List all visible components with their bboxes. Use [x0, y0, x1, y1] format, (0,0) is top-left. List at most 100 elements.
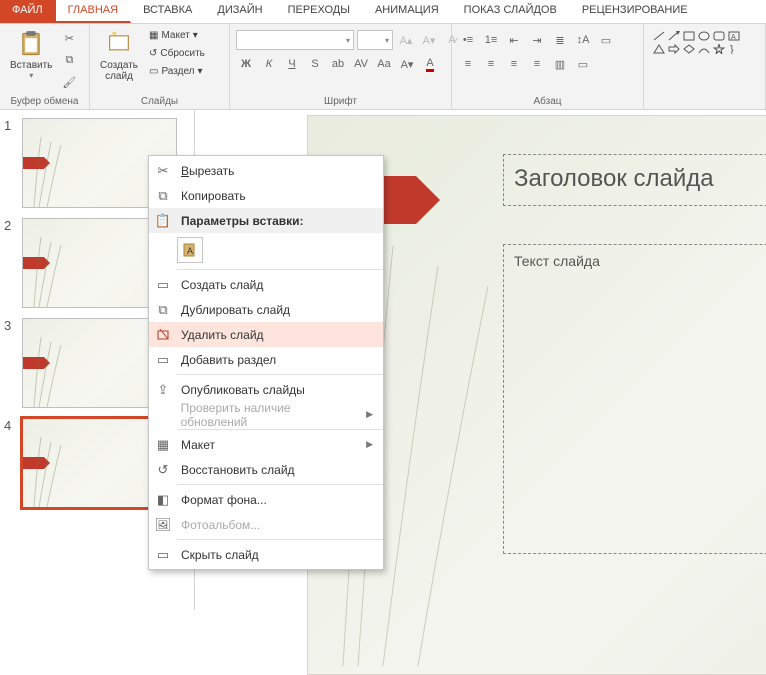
ctx-hide-slide[interactable]: ▭Скрыть слайд [149, 542, 383, 567]
svg-text:A: A [731, 34, 736, 41]
decrease-font-button[interactable]: A▾ [419, 30, 439, 50]
copy-button[interactable]: ⧉ [59, 50, 79, 70]
align-right-button[interactable]: ≡ [504, 54, 524, 74]
shadow-button[interactable]: ab [328, 54, 348, 74]
tab-home[interactable]: ГЛАВНАЯ [56, 0, 131, 23]
ctx-duplicate-slide[interactable]: ⧉Дублировать слайд [149, 297, 383, 322]
clipboard-icon: 📋 [155, 213, 171, 229]
italic-button[interactable]: К [259, 54, 279, 74]
tab-transitions[interactable]: ПЕРЕХОДЫ [276, 0, 363, 23]
ctx-copy[interactable]: ⧉Копировать [149, 183, 383, 208]
slide-body-placeholder[interactable]: Текст слайда [503, 244, 766, 554]
font-color-button[interactable]: A [420, 54, 440, 74]
group-label-font: Шрифт [234, 94, 447, 109]
hide-icon: ▭ [155, 547, 171, 563]
numbering-button[interactable]: 1≡ [481, 30, 501, 50]
ctx-format-background[interactable]: ◧Формат фона... [149, 487, 383, 512]
line-spacing-button[interactable]: ≣ [550, 30, 570, 50]
group-paragraph: •≡ 1≡ ⇤ ⇥ ≣ ↕A ▭ ≡ ≡ ≡ ≡ ▥ ▭ Абзац [452, 24, 644, 109]
ctx-add-section[interactable]: ▭Добавить раздел [149, 347, 383, 372]
paste-keep-text-button[interactable]: A [177, 237, 203, 263]
thumb-num: 4 [4, 418, 16, 508]
group-label-drawing [648, 105, 761, 109]
shapes-gallery[interactable]: A } [650, 28, 756, 57]
columns-button[interactable]: ▥ [550, 54, 570, 74]
tab-insert[interactable]: ВСТАВКА [131, 0, 205, 23]
bullets-button[interactable]: •≡ [458, 30, 478, 50]
section-button[interactable]: ▭ Раздел ▾ [145, 64, 209, 79]
spacing-button[interactable]: AV [351, 54, 371, 74]
align-text-button[interactable]: ▭ [596, 30, 616, 50]
indent-inc-button[interactable]: ⇥ [527, 30, 547, 50]
underline-button[interactable]: Ч [282, 54, 302, 74]
ribbon-tabs: ФАЙЛ ГЛАВНАЯ ВСТАВКА ДИЗАЙН ПЕРЕХОДЫ АНИ… [0, 0, 766, 24]
new-slide-icon: ▭ [155, 277, 171, 293]
shape-diamond[interactable] [682, 43, 696, 55]
shape-arrow[interactable] [667, 30, 681, 42]
increase-font-button[interactable]: A▴ [396, 30, 416, 50]
paste-label: Вставить [10, 60, 52, 71]
group-label-clipboard: Буфер обмена [4, 94, 85, 109]
duplicate-icon: ⧉ [155, 302, 171, 318]
thumb-num: 2 [4, 218, 16, 308]
format-painter-button[interactable]: 🖌 [59, 72, 79, 92]
align-left-button[interactable]: ≡ [458, 54, 478, 74]
indent-dec-button[interactable]: ⇤ [504, 30, 524, 50]
case-button[interactable]: Aa [374, 54, 394, 74]
tab-design[interactable]: ДИЗАЙН [205, 0, 275, 23]
shape-conn[interactable] [697, 43, 711, 55]
highlight-button[interactable]: A▾ [397, 54, 417, 74]
tab-slideshow[interactable]: ПОКАЗ СЛАЙДОВ [452, 0, 570, 23]
font-family-combo[interactable] [236, 30, 354, 50]
publish-icon: ⇪ [155, 382, 171, 398]
new-slide-label: Создать слайд [100, 60, 138, 82]
group-clipboard: Вставить ▾ ✂ ⧉ 🖌 Буфер обмена [0, 24, 90, 109]
reset-button[interactable]: ↺ Сбросить [145, 46, 209, 61]
background-icon: ◧ [155, 492, 171, 508]
group-font: A▴ A▾ A̷ Ж К Ч S ab AV Aa A▾ A Шрифт [230, 24, 452, 109]
tab-animation[interactable]: АНИМАЦИЯ [363, 0, 452, 23]
align-center-button[interactable]: ≡ [481, 54, 501, 74]
shape-arrowr[interactable] [667, 43, 681, 55]
ctx-paste-options: A [149, 233, 383, 267]
shape-triangle[interactable] [652, 43, 666, 55]
ctx-delete-slide[interactable]: Удалить слайд [149, 322, 383, 347]
paste-text-icon: A [182, 242, 198, 258]
shape-oval[interactable] [697, 30, 711, 42]
restore-icon: ↺ [155, 462, 171, 478]
shape-brace[interactable]: } [727, 43, 741, 55]
shape-text[interactable]: A [727, 30, 741, 42]
group-drawing: A } [644, 24, 766, 109]
justify-button[interactable]: ≡ [527, 54, 547, 74]
ctx-layout[interactable]: ▦Макет▶ [149, 432, 383, 457]
thumb-num: 3 [4, 318, 16, 408]
shape-rrect[interactable] [712, 30, 726, 42]
tab-file[interactable]: ФАЙЛ [0, 0, 56, 23]
group-label-slides: Слайды [94, 94, 225, 109]
new-slide-button[interactable]: Создать слайд [96, 28, 142, 84]
ctx-publish-slides[interactable]: ⇪Опубликовать слайды [149, 377, 383, 402]
smartart-button[interactable]: ▭ [573, 54, 593, 74]
shape-rect[interactable] [682, 30, 696, 42]
strike-button[interactable]: S [305, 54, 325, 74]
tab-review[interactable]: РЕЦЕНЗИРОВАНИЕ [570, 0, 701, 23]
bold-button[interactable]: Ж [236, 54, 256, 74]
photoalbum-icon: 🖼 [155, 517, 171, 533]
slide-title-placeholder[interactable]: Заголовок слайда [503, 154, 766, 206]
ctx-restore-slide[interactable]: ↺Восстановить слайд [149, 457, 383, 482]
copy-icon: ⧉ [155, 188, 171, 204]
text-direction-button[interactable]: ↕A [573, 30, 593, 50]
font-size-combo[interactable] [357, 30, 393, 50]
slide-body-text: Текст слайда [514, 253, 766, 269]
shape-star[interactable] [712, 43, 726, 55]
layout-button[interactable]: ▦ Макет ▾ [145, 28, 209, 43]
ctx-check-updates: Проверить наличие обновлений▶ [149, 402, 383, 427]
paste-button[interactable]: Вставить ▾ [6, 28, 56, 82]
svg-text:A: A [187, 246, 193, 256]
cut-button[interactable]: ✂ [59, 28, 79, 48]
group-slides: Создать слайд ▦ Макет ▾ ↺ Сбросить ▭ Раз… [90, 24, 230, 109]
ctx-cut[interactable]: ✂Вырезать [149, 158, 383, 183]
ctx-new-slide[interactable]: ▭Создать слайд [149, 272, 383, 297]
shape-line[interactable] [652, 30, 666, 42]
group-label-paragraph: Абзац [456, 94, 639, 109]
